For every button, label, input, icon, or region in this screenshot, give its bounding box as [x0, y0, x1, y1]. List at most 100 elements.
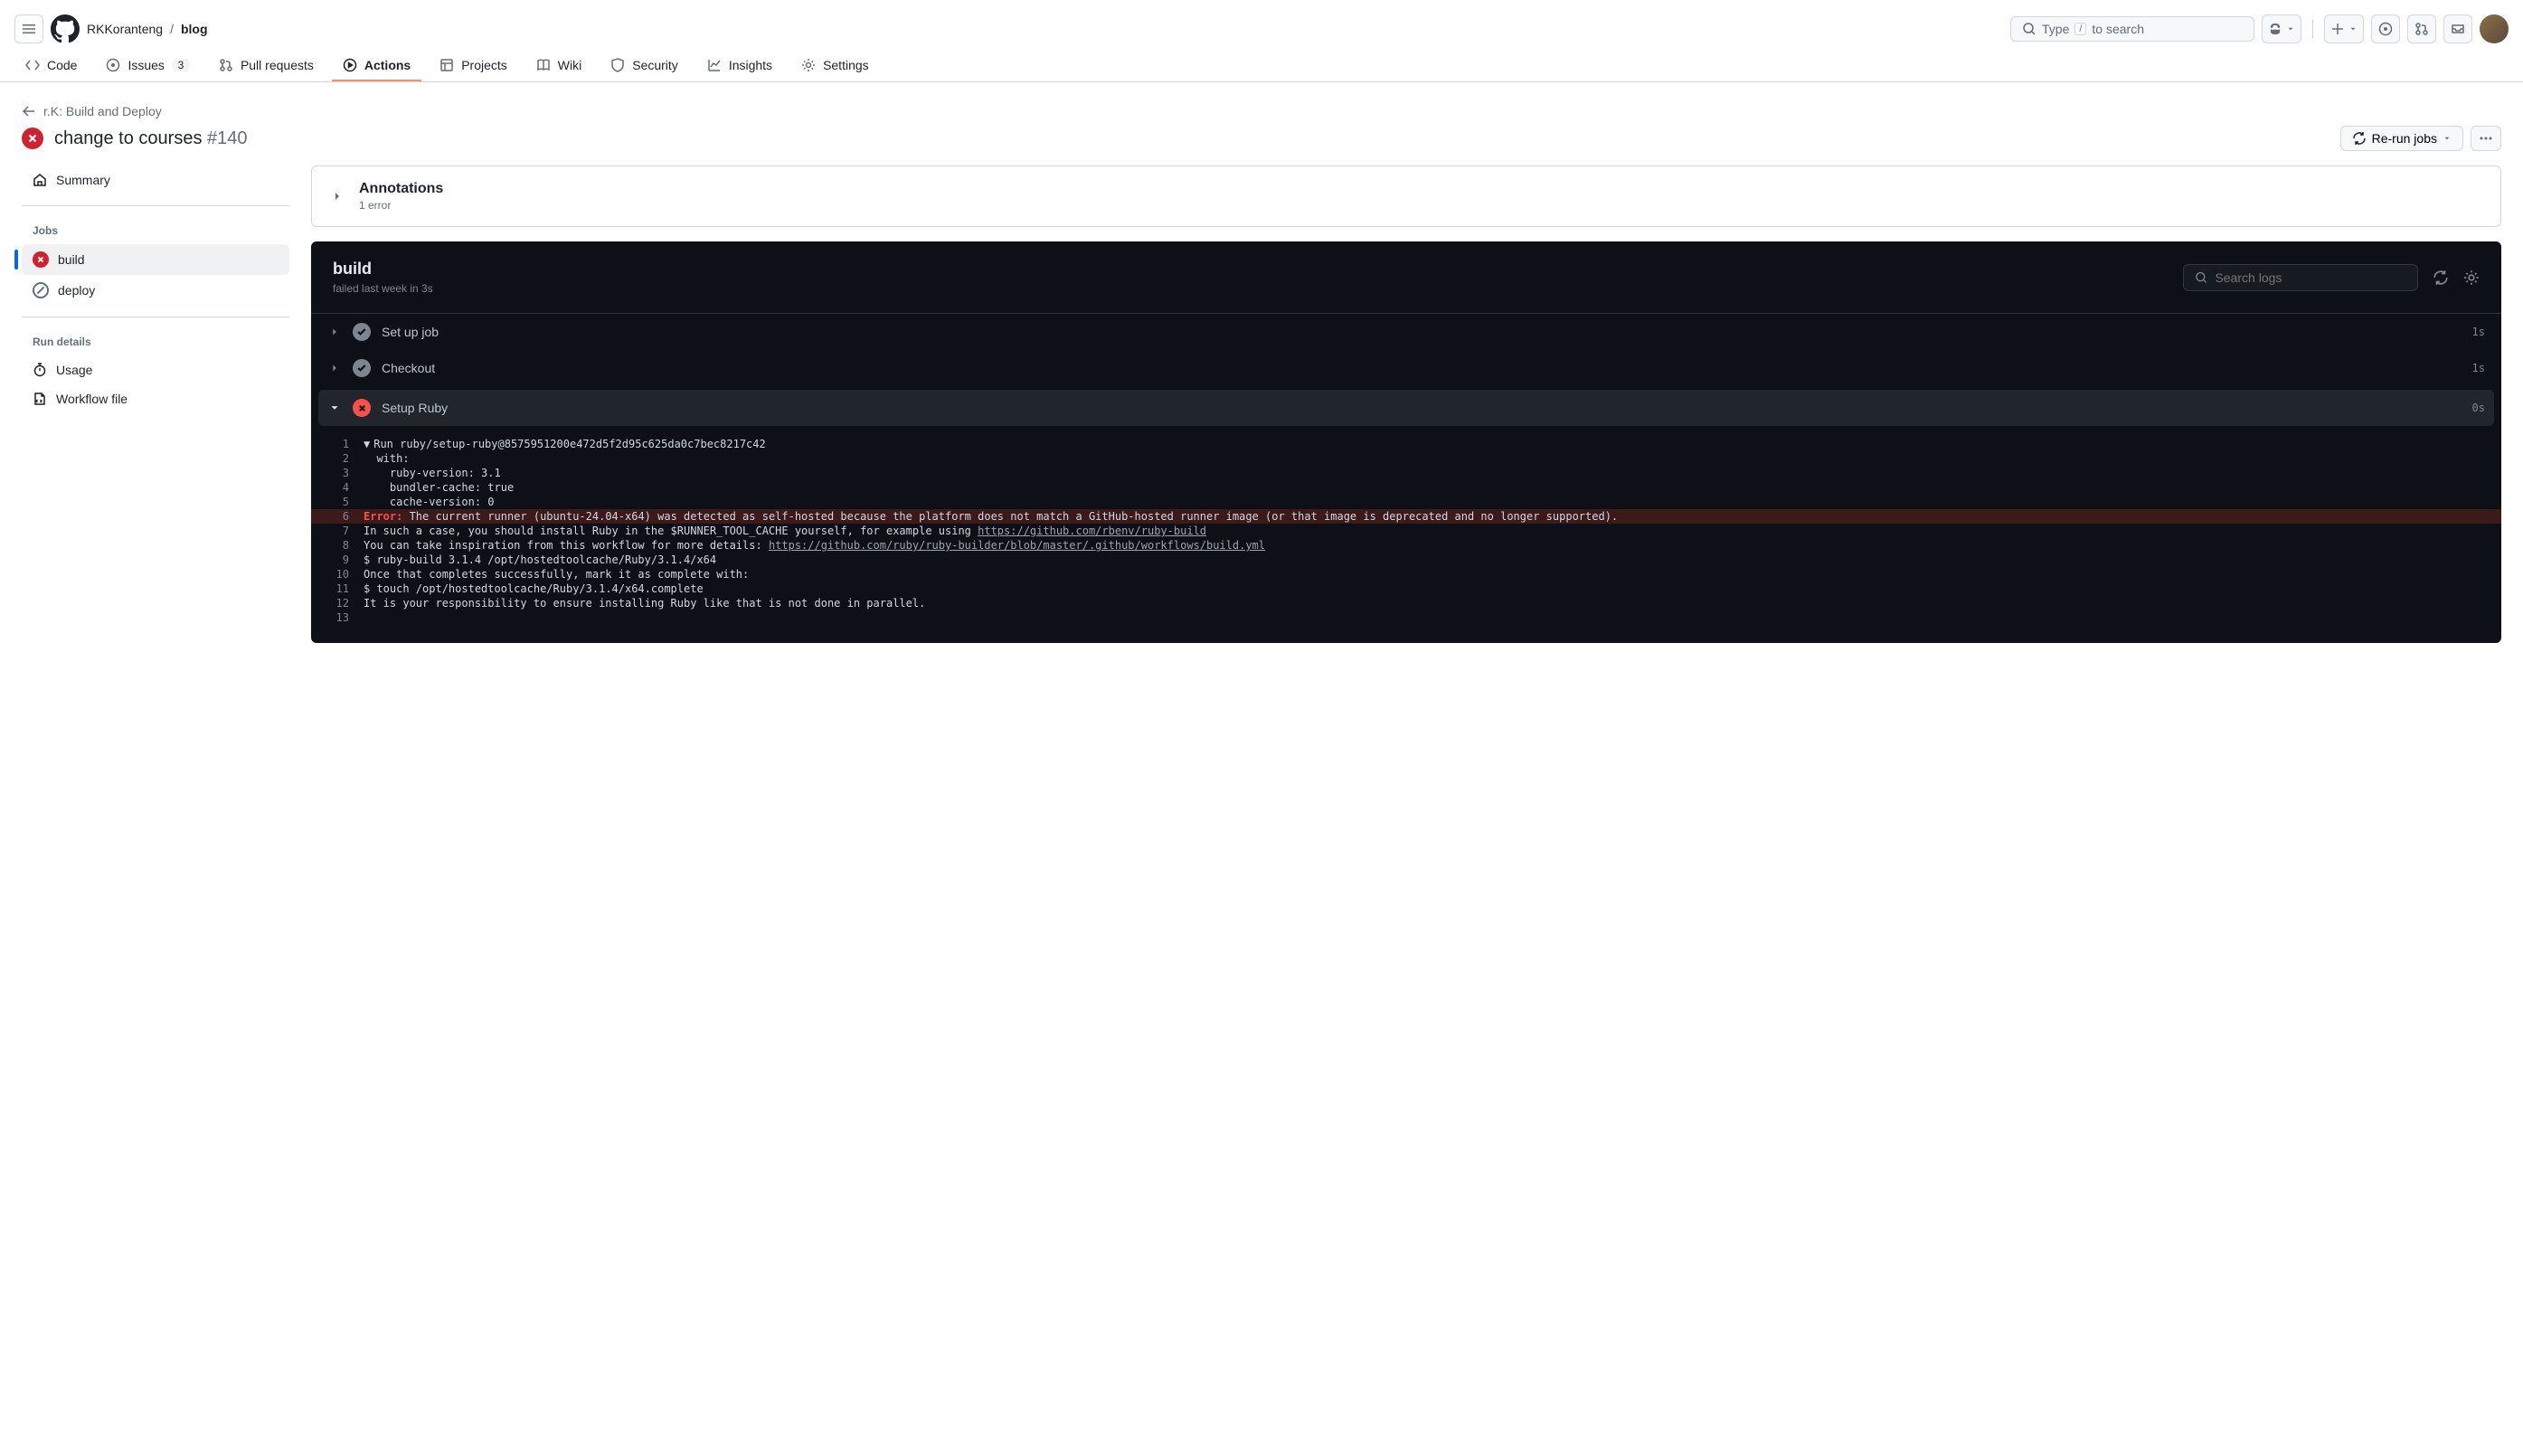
log-header-right [2183, 264, 2480, 291]
search-suffix-label: to search [2092, 22, 2144, 36]
line-number: 10 [327, 568, 364, 581]
log-settings-button[interactable] [2463, 269, 2480, 286]
play-icon [343, 58, 357, 72]
tab-pulls[interactable]: Pull requests [208, 51, 325, 81]
divider [2312, 20, 2313, 38]
log-refresh-button[interactable] [2433, 269, 2449, 286]
hamburger-menu[interactable] [14, 14, 43, 43]
step-name: Set up job [382, 325, 439, 339]
breadcrumb-repo[interactable]: blog [181, 22, 208, 36]
fail-icon [33, 251, 49, 268]
line-content: bundler-cache: true [364, 481, 2485, 494]
sidebar-job-build-label: build [58, 252, 85, 267]
pull-request-icon [219, 58, 233, 72]
search-key: / [2074, 23, 2086, 35]
annotations-box[interactable]: Annotations 1 error [311, 165, 2501, 227]
log-header: build failed last week in 3s [311, 241, 2501, 314]
line-number: 1 [327, 438, 364, 450]
run-kebab-button[interactable] [2471, 126, 2501, 151]
log-line: 5 cache-version: 0 [311, 495, 2501, 509]
line-content: cache-version: 0 [364, 496, 2485, 508]
log-link[interactable]: https://github.com/rbenv/ruby-build [978, 525, 1206, 537]
inbox-button[interactable] [2443, 14, 2472, 43]
github-logo[interactable] [51, 14, 80, 43]
sidebar-workflow-file[interactable]: Workflow file [22, 384, 289, 413]
tab-projects[interactable]: Projects [429, 51, 518, 81]
tab-code[interactable]: Code [14, 51, 88, 81]
main-col: Annotations 1 error build failed last we… [311, 165, 2501, 643]
back-link[interactable]: r.K: Build and Deploy [22, 104, 2501, 118]
log-line: 7In such a case, you should install Ruby… [311, 524, 2501, 538]
check-icon [353, 359, 371, 377]
log-line: 8You can take inspiration from this work… [311, 538, 2501, 553]
log-line: 6Error: The current runner (ubuntu-24.04… [311, 509, 2501, 524]
tab-settings-label: Settings [823, 58, 869, 72]
log-job-status: failed last week in 3s [333, 282, 433, 295]
github-icon [51, 14, 80, 43]
plus-icon [2330, 22, 2345, 36]
chevron-icon [327, 402, 342, 414]
create-new-button[interactable] [2324, 14, 2364, 43]
line-number: 5 [327, 496, 364, 508]
topbar-right: Type / to search [2010, 14, 2509, 43]
line-content: Error: The current runner (ubuntu-24.04-… [364, 510, 2485, 523]
tab-issues[interactable]: Issues 3 [95, 51, 200, 81]
user-avatar[interactable] [2480, 14, 2509, 43]
sidebar-job-build[interactable]: build [22, 244, 289, 275]
log-link[interactable]: https://github.com/ruby/ruby-builder/blo… [769, 539, 1265, 552]
line-number: 9 [327, 553, 364, 566]
line-number: 12 [327, 597, 364, 610]
tab-security[interactable]: Security [600, 51, 689, 81]
sync-icon [2352, 131, 2367, 146]
arrow-left-icon [22, 104, 36, 118]
copilot-button[interactable] [2262, 14, 2301, 43]
sidebar-usage[interactable]: Usage [22, 355, 289, 384]
sidebar-summary[interactable]: Summary [22, 165, 289, 194]
tab-security-label: Security [632, 58, 678, 72]
check-icon [353, 323, 371, 341]
tab-actions[interactable]: Actions [332, 51, 421, 81]
x-icon [353, 399, 371, 417]
copilot-icon [2268, 22, 2282, 36]
chevron-down-icon [2443, 134, 2452, 143]
graph-icon [707, 58, 722, 72]
log-lines: 1▼Run ruby/setup-ruby@8575951200e472d5f2… [311, 430, 2501, 643]
breadcrumb-separator: / [170, 22, 174, 36]
log-line: 10Once that completes successfully, mark… [311, 567, 2501, 581]
breadcrumb: RKKoranteng / blog [87, 22, 208, 36]
gear-icon [801, 58, 816, 72]
step-time: 0s [2472, 402, 2485, 414]
issues-button[interactable] [2371, 14, 2400, 43]
skip-icon [33, 282, 49, 298]
global-search[interactable]: Type / to search [2010, 16, 2254, 42]
log-line: 2 with: [311, 451, 2501, 466]
line-number: 3 [327, 467, 364, 479]
step-name: Setup Ruby [382, 401, 448, 415]
log-line: 3 ruby-version: 3.1 [311, 466, 2501, 480]
tab-wiki[interactable]: Wiki [525, 51, 592, 81]
pulls-button[interactable] [2407, 14, 2436, 43]
line-content: You can take inspiration from this workf… [364, 539, 2485, 552]
tab-pulls-label: Pull requests [241, 58, 314, 72]
breadcrumb-owner[interactable]: RKKoranteng [87, 22, 163, 36]
step-row[interactable]: Set up job1s [311, 314, 2501, 350]
rerun-jobs-button[interactable]: Re-run jobs [2340, 126, 2463, 151]
annotations-subtitle: 1 error [359, 199, 443, 212]
log-search-input[interactable] [2215, 270, 2406, 285]
step-time: 1s [2472, 362, 2485, 374]
sidebar-job-deploy[interactable]: deploy [22, 275, 289, 306]
step-row[interactable]: Setup Ruby 0s [318, 390, 2494, 426]
log-job-title: build [333, 260, 433, 279]
line-content: In such a case, you should install Ruby … [364, 525, 2485, 537]
back-link-label: r.K: Build and Deploy [43, 104, 162, 118]
tab-code-label: Code [47, 58, 77, 72]
tab-settings[interactable]: Settings [790, 51, 880, 81]
issue-icon [106, 58, 120, 72]
tab-insights[interactable]: Insights [696, 51, 783, 81]
run-sidebar: Summary Jobs build deploy Run details Us… [22, 165, 289, 643]
issue-icon [2378, 22, 2393, 36]
log-search[interactable] [2183, 264, 2418, 291]
log-line: 1▼Run ruby/setup-ruby@8575951200e472d5f2… [311, 437, 2501, 451]
step-row[interactable]: Checkout1s [311, 350, 2501, 386]
sidebar-usage-label: Usage [56, 363, 92, 377]
